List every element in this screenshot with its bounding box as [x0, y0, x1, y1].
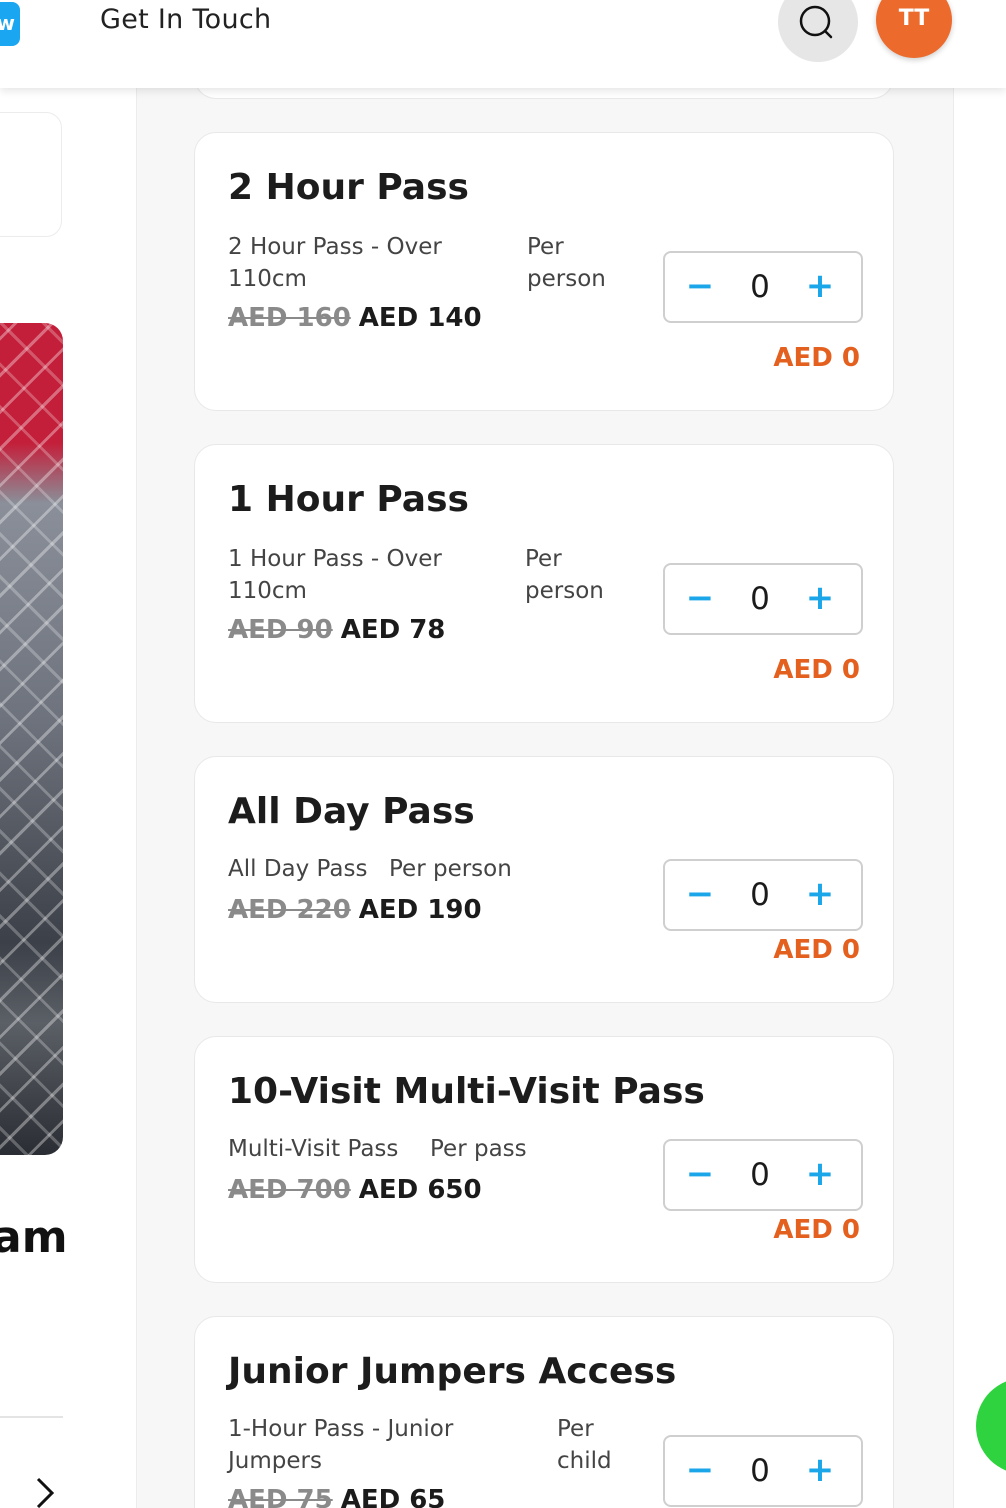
- increase-button[interactable]: +: [795, 1141, 845, 1209]
- ticket-card: Junior Jumpers Access 1-Hour Pass - Juni…: [194, 1316, 894, 1508]
- quantity-stepper: − 0 +: [663, 1139, 863, 1211]
- search-icon: [799, 5, 833, 39]
- increase-button[interactable]: +: [795, 1437, 845, 1505]
- decrease-button[interactable]: −: [675, 861, 725, 929]
- whatsapp-icon[interactable]: [976, 1378, 1006, 1474]
- sale-price: AED 65: [340, 1485, 446, 1508]
- ticket-card: All Day Pass All Day Pass Per person AED…: [194, 756, 894, 1003]
- price-row: AED 220 AED 190: [228, 895, 482, 925]
- ticket-subtotal: AED 0: [773, 655, 860, 685]
- quantity-value[interactable]: 0: [735, 253, 785, 321]
- price-row: AED 160 AED 140: [228, 303, 482, 333]
- chevron-right-icon[interactable]: [34, 1476, 56, 1508]
- side-divider: [0, 1416, 63, 1418]
- ticket-card: 1 Hour Pass 1 Hour Pass - Over 110cm Per…: [194, 444, 894, 723]
- decrease-button[interactable]: −: [675, 253, 725, 321]
- sale-price: AED 140: [358, 303, 482, 333]
- ticket-unit: Per pass: [430, 1136, 527, 1162]
- quantity-stepper: − 0 +: [663, 859, 863, 931]
- price-row: AED 700 AED 650: [228, 1175, 482, 1205]
- ticket-card: 2 Hour Pass 2 Hour Pass - Over 110cm Per…: [194, 132, 894, 411]
- original-price: AED 700: [228, 1175, 351, 1205]
- nav-get-in-touch[interactable]: Get In Touch: [100, 4, 271, 35]
- ticket-description: All Day Pass: [228, 856, 368, 882]
- increase-button[interactable]: +: [795, 565, 845, 633]
- original-price: AED 220: [228, 895, 351, 925]
- quantity-stepper: − 0 +: [663, 1435, 863, 1507]
- ticket-unit: Per person: [389, 856, 512, 882]
- decrease-button[interactable]: −: [675, 1437, 725, 1505]
- decrease-button[interactable]: −: [675, 565, 725, 633]
- ticket-subtotal: AED 0: [773, 1215, 860, 1245]
- ticket-subtotal: AED 0: [773, 935, 860, 965]
- avatar[interactable]: TT: [876, 0, 952, 58]
- ticket-unit: Per person: [527, 234, 606, 292]
- decrease-button[interactable]: −: [675, 1141, 725, 1209]
- ticket-title: 1 Hour Pass: [228, 479, 469, 520]
- ticket-description: Multi-Visit Pass: [228, 1136, 399, 1162]
- increase-button[interactable]: +: [795, 861, 845, 929]
- side-heading: am: [0, 1212, 68, 1263]
- quantity-stepper: − 0 +: [663, 563, 863, 635]
- quantity-value[interactable]: 0: [735, 565, 785, 633]
- side-card: [0, 112, 62, 237]
- ticket-description: 2 Hour Pass - Over 110cm: [228, 234, 442, 292]
- search-button[interactable]: [778, 0, 858, 62]
- page: am 2 Hour Pass 2 Hour Pass - Over 110cm …: [0, 0, 1006, 1508]
- quantity-stepper: − 0 +: [663, 251, 863, 323]
- avatar-initials: TT: [898, 6, 930, 31]
- sale-price: AED 78: [340, 615, 446, 645]
- ticket-card: 10-Visit Multi-Visit Pass Multi-Visit Pa…: [194, 1036, 894, 1283]
- ticket-description: 1 Hour Pass - Over 110cm: [228, 546, 442, 604]
- sale-price: AED 650: [358, 1175, 482, 1205]
- sale-price: AED 190: [358, 895, 482, 925]
- venue-photo: [0, 323, 63, 1155]
- original-price: AED 90: [228, 615, 333, 645]
- quantity-value[interactable]: 0: [735, 1437, 785, 1505]
- site-header: w Get In Touch TT: [0, 0, 1006, 88]
- quantity-value[interactable]: 0: [735, 861, 785, 929]
- logo[interactable]: w: [0, 2, 20, 46]
- ticket-title: 10-Visit Multi-Visit Pass: [228, 1071, 705, 1112]
- original-price: AED 75: [228, 1485, 333, 1508]
- ticket-title: 2 Hour Pass: [228, 167, 469, 208]
- ticket-subtotal: AED 0: [773, 343, 860, 373]
- ticket-title: Junior Jumpers Access: [228, 1351, 677, 1392]
- quantity-value[interactable]: 0: [735, 1141, 785, 1209]
- price-row: AED 90 AED 78: [228, 615, 445, 645]
- ticket-title: All Day Pass: [228, 791, 475, 832]
- price-row: AED 75 AED 65: [228, 1485, 445, 1508]
- original-price: AED 160: [228, 303, 351, 333]
- ticket-description: 1-Hour Pass - Junior Jumpers: [228, 1416, 454, 1474]
- ticket-unit: Per person: [525, 546, 604, 604]
- increase-button[interactable]: +: [795, 253, 845, 321]
- ticket-unit: Per child: [557, 1416, 612, 1474]
